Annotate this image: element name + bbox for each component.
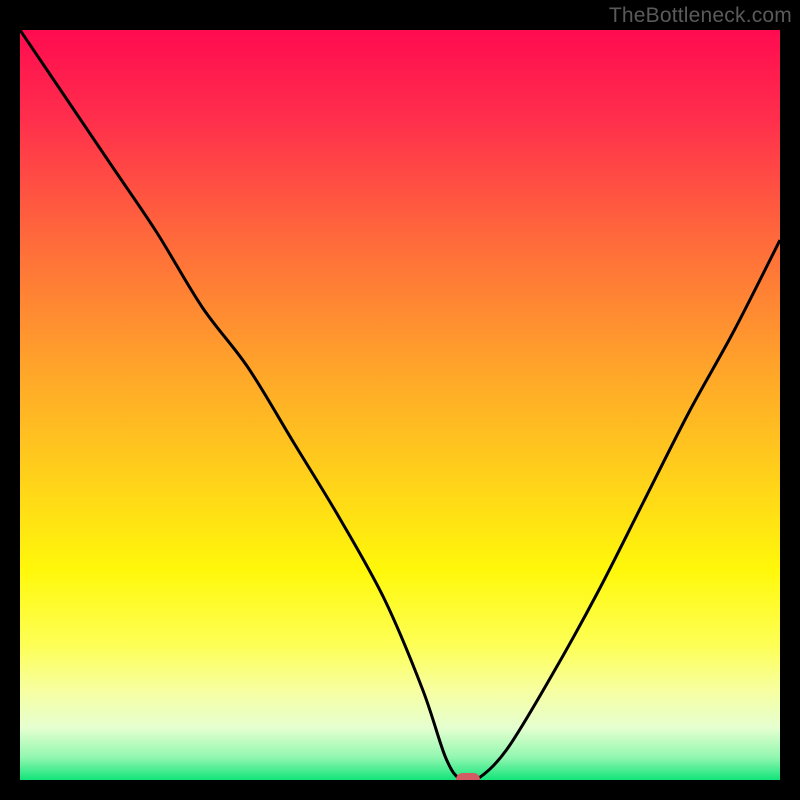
optimal-point-marker — [456, 773, 480, 780]
plot-area — [20, 30, 780, 780]
chart-frame: TheBottleneck.com — [0, 0, 800, 800]
gradient-background — [20, 30, 780, 780]
bottleneck-chart-svg — [20, 30, 780, 780]
watermark-text: TheBottleneck.com — [609, 4, 792, 28]
